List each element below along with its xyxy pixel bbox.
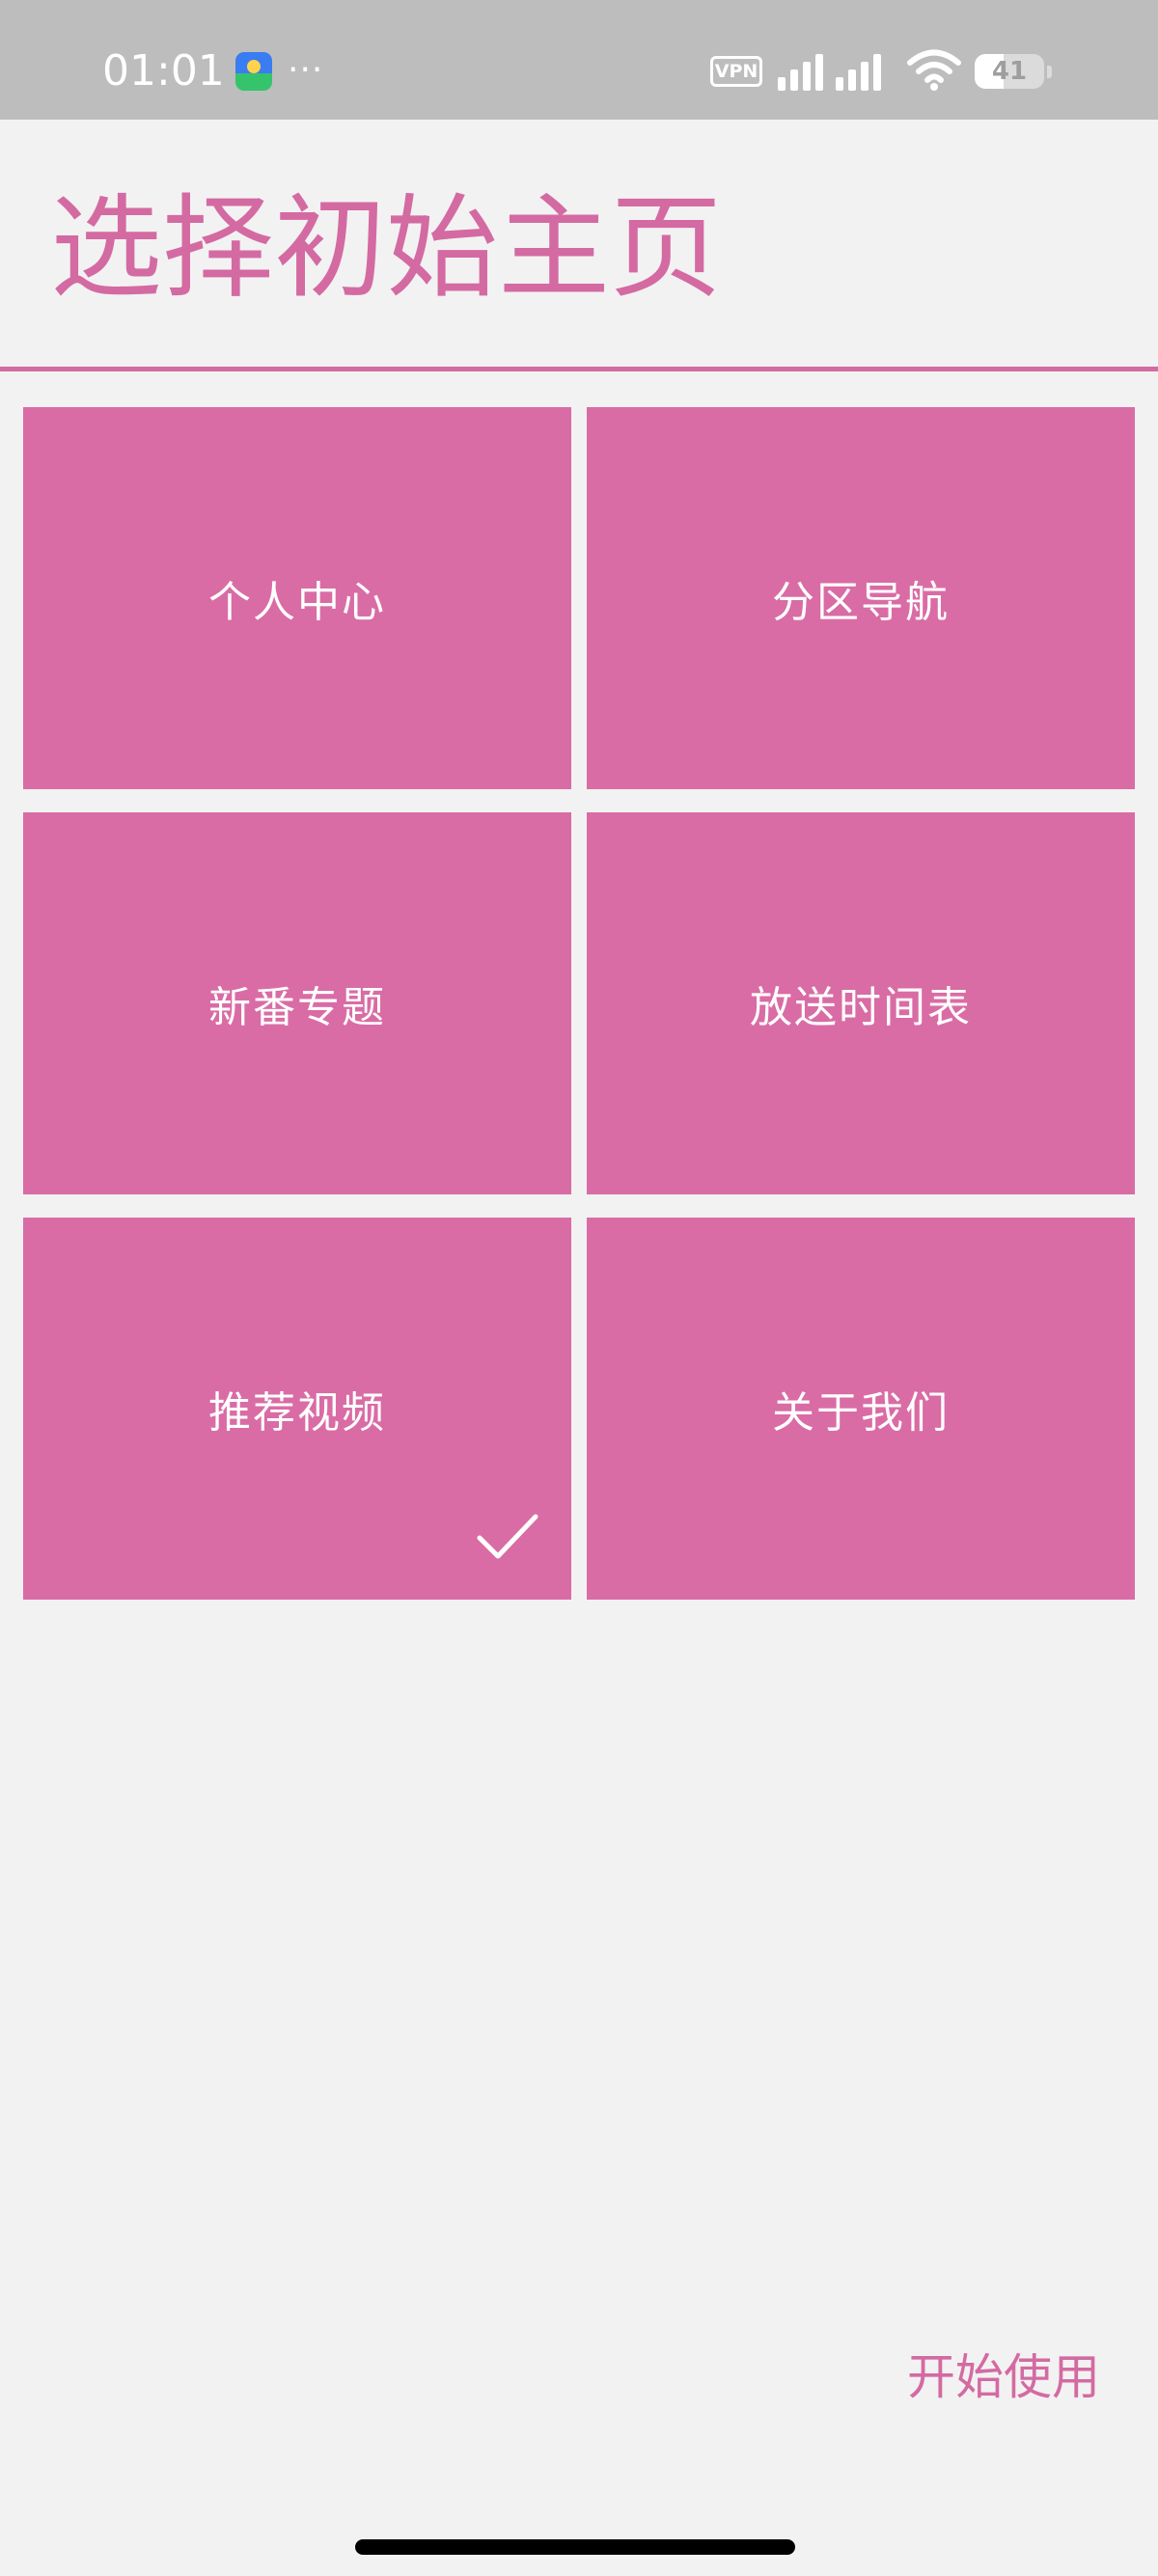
tile-label: 推荐视频 [208,1388,386,1438]
tile-personal-center[interactable]: 个人中心 [23,407,571,789]
tile-label: 关于我们 [772,1388,950,1438]
tile-new-anime-topics[interactable]: 新番专题 [23,812,571,1194]
tile-label: 分区导航 [772,578,950,627]
tile-broadcast-schedule[interactable]: 放送时间表 [587,812,1135,1194]
battery-indicator: 41 [975,54,1044,89]
status-bar: 01:01 ··· VPN 41 [0,0,1158,120]
tile-label: 个人中心 [208,578,386,627]
vpn-badge: VPN [710,56,762,87]
home-indicator[interactable] [355,2539,795,2555]
page-title: 选择初始主页 [50,183,722,314]
tile-about-us[interactable]: 关于我们 [587,1218,1135,1600]
tile-category-navigation[interactable]: 分区导航 [587,407,1135,789]
home-page-options-grid: 个人中心 分区导航 新番专题 放送时间表 推荐视频 关于我们 [23,407,1135,1600]
status-time: 01:01 [102,46,225,96]
start-using-button[interactable]: 开始使用 [868,2339,1100,2416]
checkmark-icon [477,1514,538,1559]
tile-label: 新番专题 [208,983,386,1032]
tile-label: 放送时间表 [750,983,972,1032]
gallery-app-icon [235,52,272,91]
more-notifications-icon: ··· [288,50,324,90]
tile-recommended-videos[interactable]: 推荐视频 [23,1218,571,1600]
wifi-icon [907,49,961,91]
battery-tip [1047,66,1052,78]
title-divider [0,367,1158,371]
cellular-signal-icon [778,54,881,91]
battery-level: 41 [991,57,1028,86]
